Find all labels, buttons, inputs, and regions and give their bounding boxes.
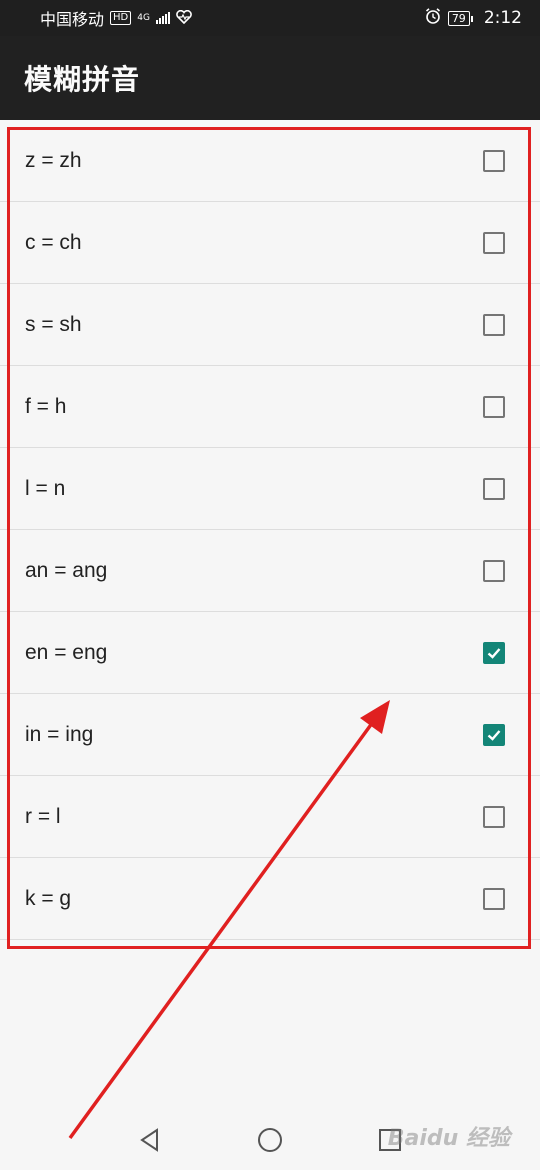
option-label: en = eng [25,640,108,664]
signal-icon [155,12,170,24]
hd-icon: HD [110,11,132,25]
option-checkbox[interactable] [483,313,505,336]
option-row[interactable]: r = l [0,776,540,858]
check-icon [487,729,501,741]
option-checkbox[interactable] [483,887,505,910]
option-row[interactable]: c = ch [0,202,540,284]
status-left: 中国移动 HD 4G [40,6,192,30]
option-row[interactable]: s = sh [0,284,540,366]
carrier-label: 中国移动 [40,10,105,29]
back-icon[interactable] [130,1120,170,1160]
status-right: 79 2:12 [424,7,522,29]
option-label: l = n [25,476,66,500]
option-label: k = g [25,886,72,910]
option-row[interactable]: an = ang [0,530,540,612]
network-type-label: 4G [137,12,150,23]
option-checkbox[interactable] [483,231,505,254]
option-checkbox[interactable] [483,805,505,828]
option-row[interactable]: f = h [0,366,540,448]
option-label: z = zh [25,148,82,172]
page-title: 模糊拼音 [24,63,141,96]
app-bar: 模糊拼音 [0,36,540,120]
option-label: c = ch [25,230,82,254]
option-row[interactable]: k = g [0,858,540,940]
option-row[interactable]: z = zh [0,120,540,202]
option-label: in = ing [25,722,94,746]
option-checkbox[interactable] [483,477,505,500]
check-icon [487,647,501,659]
heart-icon [176,9,192,28]
option-checkbox[interactable] [483,641,505,664]
alarm-icon [424,7,442,29]
status-bar: 中国移动 HD 4G 79 2:12 [0,0,540,36]
option-row[interactable]: l = n [0,448,540,530]
option-label: f = h [25,394,67,418]
option-checkbox[interactable] [483,395,505,418]
option-row[interactable]: en = eng [0,612,540,694]
option-checkbox[interactable] [483,559,505,582]
home-icon[interactable] [250,1120,290,1160]
clock-label: 2:12 [483,8,522,28]
battery-icon: 79 [447,10,473,26]
option-checkbox[interactable] [483,149,505,172]
baidu-watermark: Baidu 经验 [387,1126,510,1151]
option-checkbox[interactable] [483,723,505,746]
fuzzy-pinyin-list: z = zh c = ch s = sh f = h l = n an = an… [0,120,540,940]
option-label: s = sh [25,312,82,336]
option-row[interactable]: in = ing [0,694,540,776]
option-label: an = ang [25,558,108,582]
option-label: r = l [25,804,61,828]
